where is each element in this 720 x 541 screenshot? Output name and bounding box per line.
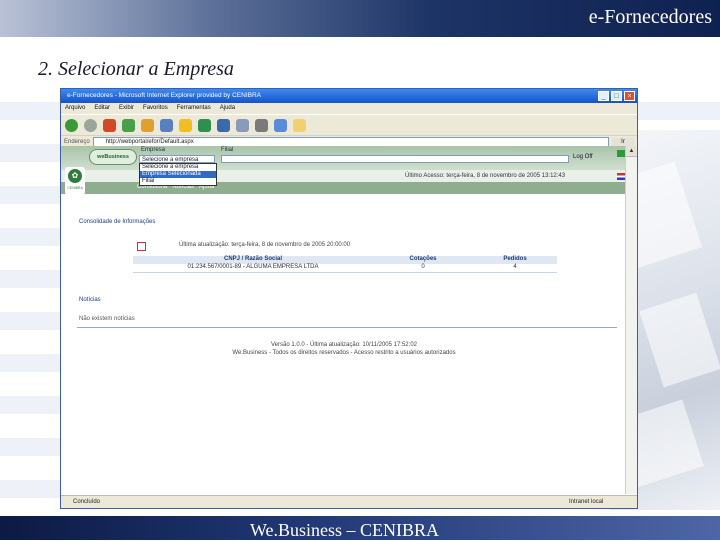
- header-pedidos: Pedidos: [503, 256, 527, 262]
- table-row[interactable]: 01.234.567/0001-89 - ALGUMA EMPRESA LTDA…: [133, 264, 557, 273]
- browser-title-bar: e-Fornecedores - Microsoft Internet Expl…: [61, 89, 637, 103]
- company-dropdown-list: Selecione a empresa Empresa Selecionada …: [139, 163, 217, 186]
- header-cnpj: CNPJ / Razão Social: [223, 256, 283, 262]
- window-title: e-Fornecedores - Microsoft Internet Expl…: [67, 92, 261, 99]
- menu-bar: Arquivo Editar Exibir Favoritos Ferramen…: [61, 103, 637, 114]
- back-icon[interactable]: [65, 118, 78, 132]
- browser-window: e-Fornecedores - Microsoft Internet Expl…: [60, 88, 638, 509]
- logoff-link[interactable]: Log Off: [573, 154, 593, 160]
- cenibra-logo: ✿ CENIBRA: [65, 167, 85, 195]
- news-title: Notícias: [79, 297, 101, 303]
- cell-pedidos: 4: [513, 264, 517, 270]
- slide-title: 2. Selecionar a Empresa: [38, 58, 234, 80]
- filial-label: Filial: [221, 147, 234, 153]
- footer-text: We.Business – CENIBRA: [250, 520, 440, 540]
- history-icon[interactable]: [217, 118, 230, 132]
- scroll-up-icon[interactable]: ▲: [626, 146, 637, 157]
- status-text: Concluído: [73, 499, 101, 505]
- summary-table: CNPJ / Razão Social Cotações Pedidos 01.…: [133, 256, 557, 273]
- web-page: weBusiness Empresa Selecione a empresa F…: [61, 146, 627, 494]
- dropdown-option[interactable]: Selecione a empresa: [140, 164, 216, 171]
- menu-ferramentas[interactable]: Ferramentas: [177, 103, 211, 114]
- menu-exibir[interactable]: Exibir: [119, 103, 134, 114]
- media-icon[interactable]: [198, 118, 211, 132]
- refresh-icon[interactable]: [122, 118, 135, 132]
- company-select[interactable]: Selecione a empresa: [139, 155, 215, 163]
- cell-cnpj[interactable]: 01.234.567/0001-89 - ALGUMA EMPRESA LTDA: [133, 264, 373, 272]
- menu-editar[interactable]: Editar: [94, 103, 110, 114]
- edit-icon[interactable]: [274, 118, 287, 132]
- menu-ajuda[interactable]: Ajuda: [220, 103, 235, 114]
- summary-note: Última atualização: terça-feira, 8 de no…: [179, 242, 351, 248]
- search-icon[interactable]: [160, 118, 173, 132]
- summary-title: Consolidade de Informações: [79, 219, 156, 225]
- vertical-scrollbar[interactable]: ▲: [625, 146, 637, 494]
- dropdown-option[interactable]: Filial: [140, 178, 216, 185]
- header-cotacoes: Cotações: [409, 256, 437, 262]
- minimize-button[interactable]: _: [598, 91, 609, 101]
- last-access-text: Último Acesso: terça-feira, 8 de novembr…: [405, 173, 566, 179]
- table-header: CNPJ / Razão Social Cotações Pedidos: [133, 256, 557, 264]
- slide-footer-bar: We.Business – CENIBRA: [0, 516, 720, 540]
- browser-toolbar: [61, 114, 637, 135]
- app-footer-line2: We.Business - Todos os direitos reservad…: [232, 350, 456, 356]
- news-item: Não existem notícias: [79, 316, 135, 322]
- app-header: weBusiness Empresa Selecione a empresa F…: [61, 146, 627, 186]
- menu-arquivo[interactable]: Arquivo: [65, 103, 85, 114]
- address-label: Endereço: [64, 139, 90, 145]
- warning-icon: [137, 242, 146, 251]
- folder-icon[interactable]: [293, 118, 306, 132]
- cenibra-logo-text: CENIBRA: [67, 186, 83, 190]
- company-label: Empresa: [141, 147, 166, 153]
- filial-select[interactable]: [221, 155, 569, 163]
- close-button[interactable]: ×: [624, 91, 635, 101]
- print-icon[interactable]: [255, 118, 268, 132]
- favorites-icon[interactable]: [179, 118, 192, 132]
- cell-cotacoes: 0: [421, 264, 425, 270]
- slide-header-bar: e-Fornecedores: [0, 0, 720, 37]
- webusiness-logo: weBusiness: [89, 149, 137, 165]
- footer-divider: [77, 327, 617, 328]
- mail-icon[interactable]: [236, 118, 249, 132]
- menu-favoritos[interactable]: Favoritos: [143, 103, 168, 114]
- stop-icon[interactable]: [103, 118, 116, 132]
- home-icon[interactable]: [141, 118, 154, 132]
- maximize-button[interactable]: □: [611, 91, 622, 101]
- forward-icon[interactable]: [84, 118, 97, 132]
- dropdown-option[interactable]: Empresa Selecionada: [140, 171, 216, 178]
- brand-title: e-Fornecedores: [588, 6, 712, 28]
- cenibra-emblem-icon: ✿: [68, 169, 82, 183]
- status-bar: Concluído Intranet local: [61, 495, 637, 508]
- app-footer-line1: Versão 1.0.0 - Última atualização: 10/11…: [271, 342, 417, 348]
- zone-text: Intranet local: [569, 499, 604, 505]
